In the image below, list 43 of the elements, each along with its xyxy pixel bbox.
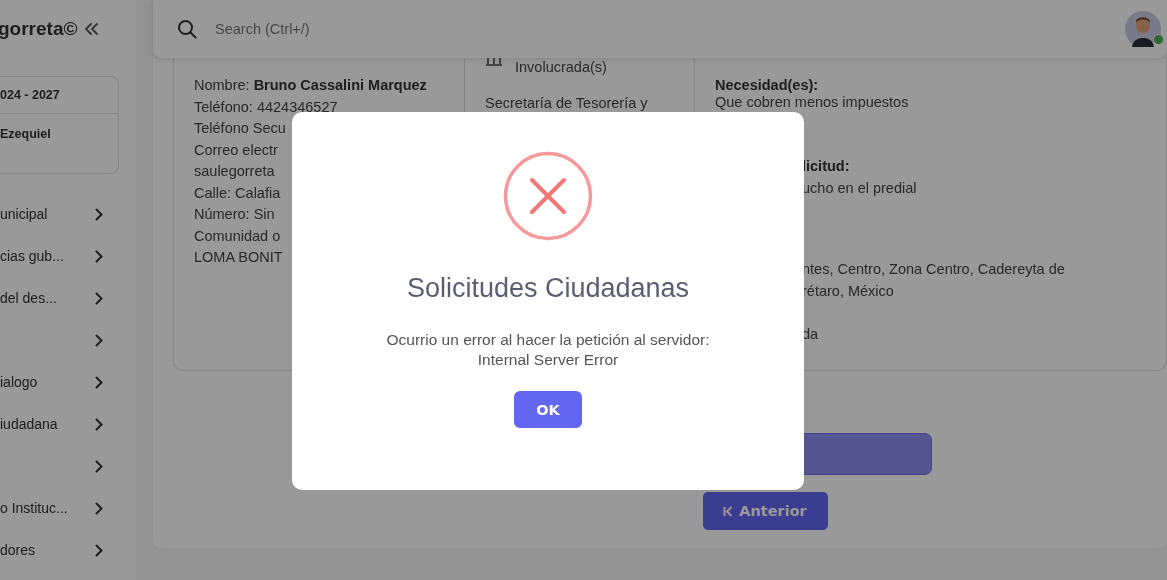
error-message: Ocurrio un error al hacer la petición al servidor: bbox=[386, 330, 710, 350]
agency-heading: Involucrada(s) bbox=[515, 58, 607, 77]
citizen-field: LOMA BONIT bbox=[194, 247, 444, 269]
citizen-field: saulegorreta bbox=[194, 161, 444, 183]
chevron-right-icon bbox=[95, 207, 103, 221]
error-message: Internal Server Error bbox=[477, 350, 619, 370]
search-icon bbox=[177, 19, 197, 39]
need-heading: Necesidad(es): bbox=[715, 76, 820, 95]
dialog-title: Solicitudes Ciudadanas bbox=[406, 273, 690, 304]
chevron-right-icon bbox=[95, 333, 103, 347]
chevron-right-icon bbox=[95, 417, 103, 431]
chevron-right-icon bbox=[95, 291, 103, 305]
chevron-right-icon bbox=[95, 375, 103, 389]
citizen-field: Teléfono: 4424346527 bbox=[194, 96, 444, 118]
first-page-icon bbox=[723, 505, 734, 517]
menu-item[interactable]: cias gub... bbox=[0, 235, 136, 277]
chevron-right-icon bbox=[95, 501, 103, 515]
building-icon bbox=[485, 58, 503, 66]
citizen-field: Número: Sin bbox=[194, 204, 444, 226]
citizen-field: Correo electr bbox=[194, 139, 444, 161]
avatar-icon[interactable] bbox=[1125, 11, 1161, 47]
menu-item[interactable]: dores bbox=[0, 529, 136, 571]
menu-item[interactable]: o Instituc... bbox=[0, 487, 136, 529]
chevron-right-icon bbox=[95, 543, 103, 557]
citizen-field: Teléfono Secu bbox=[194, 118, 444, 140]
citizen-field: Comunidad o bbox=[194, 225, 444, 247]
chevron-right-icon bbox=[95, 249, 103, 263]
chevron-right-icon bbox=[95, 459, 103, 473]
citizen-field: Nombre: Bruno Cassalini Marquez bbox=[194, 75, 444, 97]
menu-item[interactable]: unicipal bbox=[0, 193, 136, 235]
period-label: 024 - 2027 bbox=[0, 88, 60, 102]
menu-item[interactable]: iudadana bbox=[0, 403, 136, 445]
citizen-field: Calle: Calafia bbox=[194, 182, 444, 204]
user-name: Ezequiel bbox=[0, 127, 51, 141]
menu-item[interactable]: del des... bbox=[0, 277, 136, 319]
ok-button[interactable]: OK bbox=[514, 391, 582, 428]
search-field[interactable]: Search (Ctrl+/) bbox=[213, 20, 477, 38]
previous-button[interactable]: Anterior bbox=[702, 492, 828, 530]
collapse-icon[interactable] bbox=[85, 23, 100, 35]
menu-item[interactable]: ialogo bbox=[0, 361, 136, 403]
need-text: Que cobren menos impuestos bbox=[715, 93, 910, 112]
error-icon bbox=[503, 151, 593, 241]
agency-name: Secretaría de Tesorería y bbox=[485, 93, 649, 113]
